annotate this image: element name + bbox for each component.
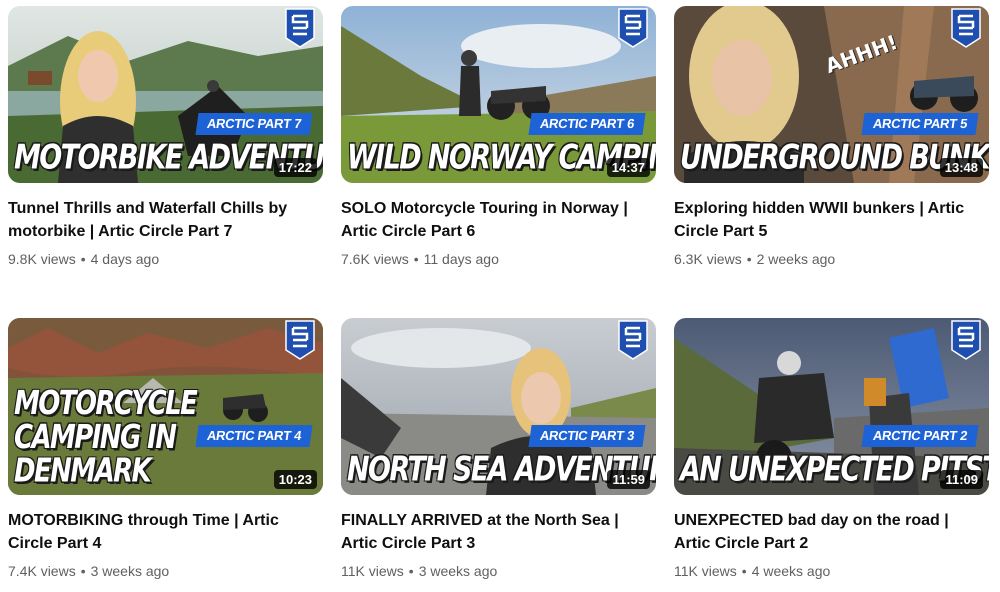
video-meta: SOLO Motorcycle Touring in Norway | Arti… <box>341 183 656 268</box>
video-card[interactable]: ARCTIC PART 7 MOTORBIKE ADVENTURE 17:22 … <box>8 6 323 290</box>
duration-badge: 17:22 <box>273 158 317 177</box>
thumbnail-overlay-text: MOTORBIKE ADVENTURE <box>14 138 323 177</box>
video-meta: FINALLY ARRIVED at the North Sea | Artic… <box>341 495 656 580</box>
separator-dot: • <box>80 251 86 267</box>
video-thumbnail[interactable]: ARCTIC PART 2 AN UNEXPECTED PITSTOP 11:0… <box>674 318 989 495</box>
video-card[interactable]: ARCTIC PART 4 MOTORCYCLE CAMPING IN DENM… <box>8 318 323 592</box>
video-title[interactable]: MOTORBIKING through Time | Artic Circle … <box>8 509 323 555</box>
video-card[interactable]: AHHH! ARCTIC PART 5 UNDERGROUND BUNKERS … <box>674 6 989 290</box>
video-thumbnail[interactable]: ARCTIC PART 4 MOTORCYCLE CAMPING IN DENM… <box>8 318 323 495</box>
view-count: 11K views <box>341 563 404 579</box>
part-tag: ARCTIC PART 2 <box>861 425 979 447</box>
separator-dot: • <box>413 251 419 267</box>
overlay-line-1: MOTORCYCLE <box>14 385 198 423</box>
upload-age: 4 days ago <box>90 251 160 267</box>
thumbnail-overlay-text: WILD NORWAY CAMPING <box>347 138 656 177</box>
video-thumbnail[interactable]: AHHH! ARCTIC PART 5 UNDERGROUND BUNKERS … <box>674 6 989 183</box>
video-stats: 7.4K views • 3 weeks ago <box>8 562 323 580</box>
separator-dot: • <box>741 563 747 579</box>
video-title[interactable]: SOLO Motorcycle Touring in Norway | Arti… <box>341 197 656 243</box>
video-stats: 7.6K views • 11 days ago <box>341 250 656 268</box>
channel-logo-icon <box>618 320 648 360</box>
upload-age: 2 weeks ago <box>756 251 836 267</box>
upload-age: 4 weeks ago <box>751 563 831 579</box>
thumbnail-overlay-text: UNDERGROUND BUNKERS <box>680 138 989 177</box>
video-title[interactable]: Tunnel Thrills and Waterfall Chills by m… <box>8 197 323 243</box>
upload-age: 3 weeks ago <box>90 563 170 579</box>
channel-logo-icon <box>285 8 315 48</box>
part-tag: ARCTIC PART 5 <box>861 113 979 135</box>
part-tag: ARCTIC PART 3 <box>528 425 646 447</box>
video-thumbnail[interactable]: ARCTIC PART 6 WILD NORWAY CAMPING 14:37 <box>341 6 656 183</box>
duration-badge: 14:37 <box>606 158 650 177</box>
duration-badge: 10:23 <box>273 470 317 489</box>
view-count: 11K views <box>674 563 737 579</box>
thumbnail-overlay-text: MOTORCYCLE CAMPING IN DENMARK <box>14 385 284 491</box>
thumbnail-overlay-text: AN UNEXPECTED PITSTOP <box>680 450 989 489</box>
video-meta: UNEXPECTED bad day on the road | Artic C… <box>674 495 989 580</box>
video-card[interactable]: ARCTIC PART 3 NORTH SEA ADVENTURE 11:59 … <box>341 318 656 592</box>
duration-badge: 13:48 <box>939 158 983 177</box>
channel-logo-icon <box>285 320 315 360</box>
separator-dot: • <box>746 251 752 267</box>
video-thumbnail[interactable]: ARCTIC PART 7 MOTORBIKE ADVENTURE 17:22 <box>8 6 323 183</box>
video-stats: 9.8K views • 4 days ago <box>8 250 323 268</box>
upload-age: 3 weeks ago <box>418 563 498 579</box>
view-count: 7.4K views <box>8 563 76 579</box>
channel-logo-icon <box>618 8 648 48</box>
video-card[interactable]: ARCTIC PART 6 WILD NORWAY CAMPING 14:37 … <box>341 6 656 290</box>
part-tag: ARCTIC PART 6 <box>528 113 646 135</box>
view-count: 9.8K views <box>8 251 76 267</box>
video-meta: Exploring hidden WWII bunkers | Artic Ci… <box>674 183 989 268</box>
video-title[interactable]: FINALLY ARRIVED at the North Sea | Artic… <box>341 509 656 555</box>
video-stats: 11K views • 4 weeks ago <box>674 562 989 580</box>
video-thumbnail[interactable]: ARCTIC PART 3 NORTH SEA ADVENTURE 11:59 <box>341 318 656 495</box>
video-title[interactable]: Exploring hidden WWII bunkers | Artic Ci… <box>674 197 989 243</box>
duration-badge: 11:09 <box>940 470 983 489</box>
video-meta: Tunnel Thrills and Waterfall Chills by m… <box>8 183 323 268</box>
video-title[interactable]: UNEXPECTED bad day on the road | Artic C… <box>674 509 989 555</box>
upload-age: 11 days ago <box>423 251 499 267</box>
separator-dot: • <box>80 563 86 579</box>
video-card[interactable]: ARCTIC PART 2 AN UNEXPECTED PITSTOP 11:0… <box>674 318 989 592</box>
view-count: 6.3K views <box>674 251 742 267</box>
video-meta: MOTORBIKING through Time | Artic Circle … <box>8 495 323 580</box>
separator-dot: • <box>408 563 414 579</box>
view-count: 7.6K views <box>341 251 409 267</box>
channel-logo-icon <box>951 320 981 360</box>
video-stats: 11K views • 3 weeks ago <box>341 562 656 580</box>
video-grid: ARCTIC PART 7 MOTORBIKE ADVENTURE 17:22 … <box>8 6 992 592</box>
video-stats: 6.3K views • 2 weeks ago <box>674 250 989 268</box>
channel-logo-icon <box>951 8 981 48</box>
thumbnail-overlay-text: NORTH SEA ADVENTURE <box>347 450 656 489</box>
duration-badge: 11:59 <box>607 470 650 489</box>
part-tag: ARCTIC PART 7 <box>195 113 313 135</box>
overlay-line-2: CAMPING IN DENMARK <box>14 419 177 491</box>
